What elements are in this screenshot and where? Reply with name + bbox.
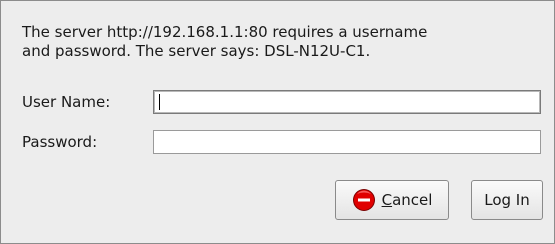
login-button-label: Log In	[484, 191, 530, 209]
password-label: Password:	[22, 133, 98, 151]
auth-dialog: The server http://192.168.1.1:80 require…	[0, 0, 555, 244]
auth-message: The server http://192.168.1.1:80 require…	[22, 23, 552, 61]
auth-message-line-1: The server http://192.168.1.1:80 require…	[22, 23, 428, 41]
cancel-button-label: Cancel	[381, 191, 433, 209]
password-input[interactable]	[153, 130, 541, 154]
cancel-button[interactable]: Cancel	[335, 180, 449, 220]
text-caret	[159, 94, 160, 110]
username-label: User Name:	[22, 93, 111, 111]
auth-message-line-2: and password. The server says: DSL-N12U-…	[22, 42, 371, 60]
login-button[interactable]: Log In	[471, 180, 543, 220]
username-input[interactable]	[153, 90, 541, 114]
stop-icon	[352, 189, 375, 211]
